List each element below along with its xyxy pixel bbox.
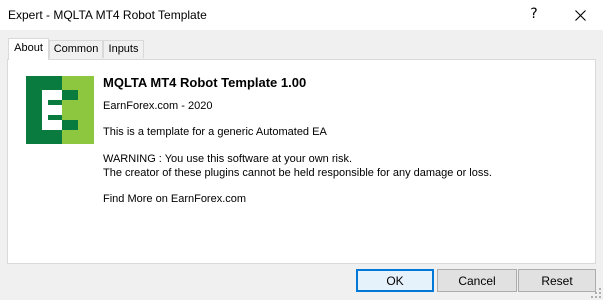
tab-about[interactable]: About bbox=[8, 38, 49, 60]
close-icon bbox=[574, 9, 586, 21]
window-title: Expert - MQLTA MT4 Robot Template bbox=[8, 8, 207, 22]
ok-button[interactable]: OK bbox=[356, 269, 434, 292]
expert-dialog: Expert - MQLTA MT4 Robot Template ? Abou… bbox=[0, 0, 603, 300]
about-panel: MQLTA MT4 Robot Template 1.00 EarnForex.… bbox=[7, 59, 596, 264]
disclaimer-text: The creator of these plugins cannot be h… bbox=[103, 167, 492, 179]
resize-grip-icon[interactable] bbox=[591, 288, 601, 298]
close-button[interactable] bbox=[557, 0, 603, 30]
reset-button[interactable]: Reset bbox=[518, 269, 596, 292]
find-more-text: Find More on EarnForex.com bbox=[103, 193, 247, 205]
help-icon: ? bbox=[530, 6, 538, 22]
cancel-button[interactable]: Cancel bbox=[437, 269, 517, 292]
tab-common[interactable]: Common bbox=[49, 40, 103, 58]
title-bar: Expert - MQLTA MT4 Robot Template ? bbox=[0, 0, 603, 30]
warning-text: WARNING : You use this software at your … bbox=[103, 153, 353, 165]
earnforex-logo-icon bbox=[26, 76, 94, 144]
help-button[interactable]: ? bbox=[511, 0, 557, 30]
product-title: MQLTA MT4 Robot Template 1.00 bbox=[103, 75, 307, 90]
about-info: MQLTA MT4 Robot Template 1.00 EarnForex.… bbox=[103, 75, 583, 206]
description-text: This is a template for a generic Automat… bbox=[103, 126, 327, 138]
copyright-text: EarnForex.com - 2020 bbox=[103, 100, 213, 112]
tab-inputs[interactable]: Inputs bbox=[103, 40, 144, 58]
